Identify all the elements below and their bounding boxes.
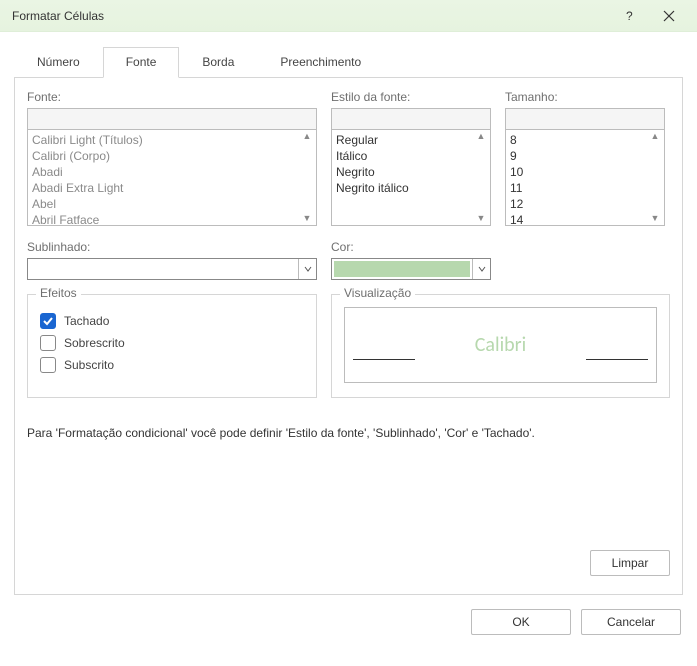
list-item[interactable]: Calibri Light (Títulos) [32,132,312,148]
tab-font[interactable]: Fonte [103,47,180,78]
color-label: Cor: [331,240,491,254]
help-button[interactable]: ? [609,0,649,32]
checkbox-icon [40,357,56,373]
ok-button[interactable]: OK [471,609,571,635]
checkbox-icon [40,335,56,351]
strikethrough-checkbox[interactable]: Tachado [40,313,304,329]
list-item[interactable]: Abril Fatface [32,212,312,226]
preview-line [586,359,648,360]
superscript-checkbox[interactable]: Sobrescrito [40,335,304,351]
style-listbox[interactable]: Regular Itálico Negrito Negrito itálico … [331,130,491,226]
chevron-up-icon: ▲ [303,132,312,141]
subscript-checkbox[interactable]: Subscrito [40,357,304,373]
tab-panel-font: Fonte: Calibri Light (Títulos) Calibri (… [14,78,683,595]
color-swatch [334,261,470,277]
chevron-up-icon: ▲ [477,132,486,141]
underline-label: Sublinhado: [27,240,317,254]
list-item[interactable]: 12 [510,196,660,212]
list-item[interactable]: 14 [510,212,660,226]
help-icon: ? [623,10,635,22]
list-item[interactable]: Negrito itálico [336,180,486,196]
list-item[interactable]: Abadi Extra Light [32,180,312,196]
list-item[interactable]: 8 [510,132,660,148]
tab-border[interactable]: Borda [179,47,257,78]
preview-group: Visualização Calibri [331,294,670,398]
tab-number[interactable]: Número [14,47,103,78]
clear-button[interactable]: Limpar [590,550,670,576]
close-icon [663,10,675,22]
strikethrough-label: Tachado [64,314,109,328]
scrollbar[interactable]: ▲▼ [474,132,488,223]
color-combo[interactable] [331,258,491,280]
list-item[interactable]: Negrito [336,164,486,180]
chevron-down-icon: ▼ [303,214,312,223]
preview-text: Calibri [475,333,527,357]
checkbox-icon [40,313,56,329]
tab-fill[interactable]: Preenchimento [257,47,384,78]
subscript-label: Subscrito [64,358,114,372]
style-input[interactable] [331,108,491,130]
superscript-label: Sobrescrito [64,336,125,350]
dropdown-button[interactable] [472,259,490,279]
tab-strip: Número Fonte Borda Preenchimento [14,46,683,78]
chevron-up-icon: ▲ [651,132,660,141]
preview-legend: Visualização [340,286,415,300]
list-item[interactable]: Calibri (Corpo) [32,148,312,164]
underline-combo[interactable] [27,258,317,280]
underline-value [28,259,298,279]
list-item[interactable]: Itálico [336,148,486,164]
svg-text:?: ? [626,10,633,22]
dialog-title: Formatar Células [12,9,609,23]
scrollbar[interactable]: ▲▼ [648,132,662,223]
list-item[interactable]: 10 [510,164,660,180]
chevron-down-icon: ▼ [477,214,486,223]
preview-line [353,359,415,360]
size-input[interactable] [505,108,665,130]
font-listbox[interactable]: Calibri Light (Títulos) Calibri (Corpo) … [27,130,317,226]
effects-legend: Efeitos [36,286,81,300]
chevron-down-icon [478,265,486,273]
cancel-button[interactable]: Cancelar [581,609,681,635]
size-label: Tamanho: [505,90,665,104]
chevron-down-icon [304,265,312,273]
effects-group: Efeitos Tachado Sobrescrito Subscrito [27,294,317,398]
dialog-footer: OK Cancelar [0,595,697,649]
list-item[interactable]: 11 [510,180,660,196]
font-label: Fonte: [27,90,317,104]
chevron-down-icon: ▼ [651,214,660,223]
preview-box: Calibri [344,307,657,383]
title-bar: Formatar Células ? [0,0,697,32]
dropdown-button[interactable] [298,259,316,279]
scrollbar[interactable]: ▲▼ [300,132,314,223]
list-item[interactable]: Abel [32,196,312,212]
close-button[interactable] [649,0,689,32]
info-text: Para 'Formatação condicional' você pode … [27,426,670,440]
list-item[interactable]: Regular [336,132,486,148]
list-item[interactable]: 9 [510,148,660,164]
style-label: Estilo da fonte: [331,90,491,104]
font-input[interactable] [27,108,317,130]
list-item[interactable]: Abadi [32,164,312,180]
size-listbox[interactable]: 8 9 10 11 12 14 ▲▼ [505,130,665,226]
